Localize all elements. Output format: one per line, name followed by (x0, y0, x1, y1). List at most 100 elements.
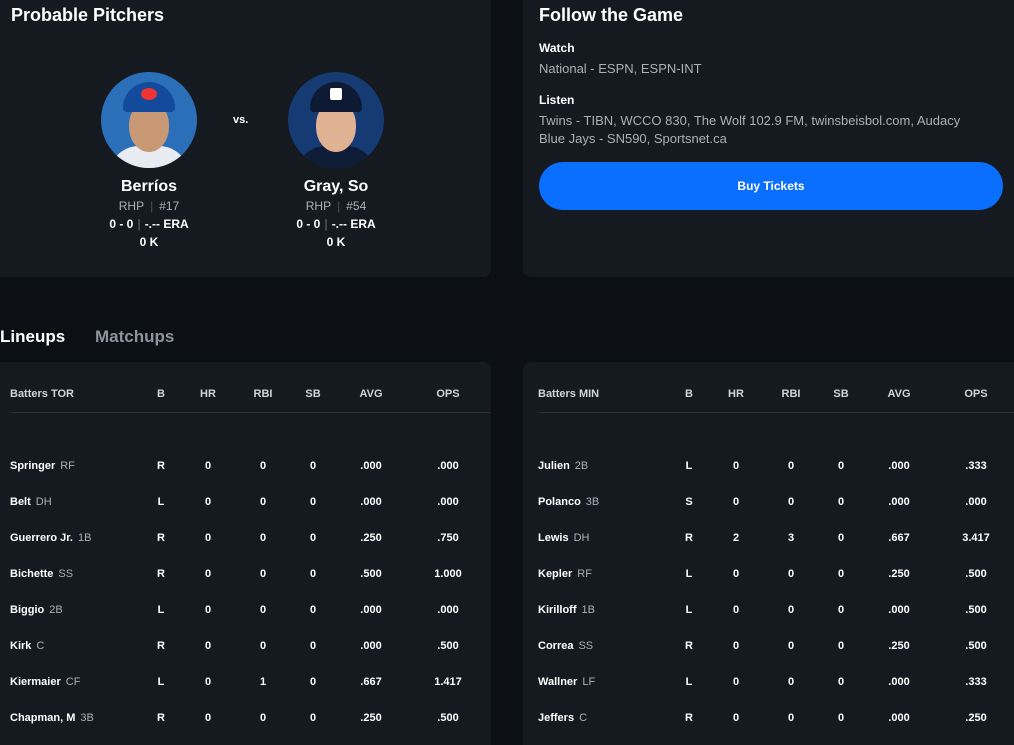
column-header-hr[interactable]: HR (708, 376, 764, 413)
column-header-ops[interactable]: OPS (406, 376, 490, 413)
sb-cell: 0 (837, 460, 845, 472)
sb-cell: 0 (818, 736, 864, 745)
batter-position: 1B (581, 604, 595, 616)
tab-matchups[interactable]: Matchups (95, 327, 174, 347)
batter-position: SS (578, 640, 594, 652)
batter-cell: Kirilloff 1B (538, 592, 670, 628)
table-spacer-row (538, 412, 1014, 448)
probable-pitchers-card: Probable Pitchers Berríos RHP | #17 0 - 0 |… (0, 0, 491, 277)
pitcher-meta: RHP | #17 (118, 199, 180, 213)
lineup-table-tor: Batters TOR B HR RBI SB AVG OPS Springer… (10, 376, 490, 745)
batter-name[interactable]: Springer (10, 460, 55, 472)
batter-position: C (579, 712, 588, 724)
rbi-cell: 3 (787, 532, 795, 544)
pitcher-name[interactable]: Berríos (59, 178, 239, 196)
rbi-cell: 0 (787, 460, 795, 472)
follow-title: Follow the Game (539, 5, 684, 25)
table-row: Kirilloff 1B L 0 0 0 .000 .500 (538, 592, 1014, 628)
batter-name[interactable]: Kiermaier (10, 676, 61, 688)
rbi-cell: 0 (259, 460, 267, 472)
column-header-sb[interactable]: SB (818, 376, 864, 413)
bats-cell: R (685, 640, 693, 652)
follow-the-game-card: Follow the Game Watch National - ESPN, E… (523, 0, 1014, 277)
hr-cell: 0 (204, 532, 212, 544)
column-header-ops[interactable]: OPS (934, 376, 1014, 413)
batter-name[interactable]: Bichette (10, 568, 53, 580)
pitcher-avatar[interactable] (288, 72, 384, 168)
buy-tickets-button[interactable]: Buy Tickets (539, 162, 1003, 210)
lineup-card-min: Batters MIN B HR RBI SB AVG OPS Julien 2B… (523, 362, 1014, 745)
ops-cell: .000 (406, 736, 490, 745)
watch-label: Watch (539, 41, 575, 55)
pitcher-meta: RHP | #54 (305, 199, 367, 213)
avg-cell: .250 (888, 568, 910, 580)
batter-name[interactable]: Lewis (538, 532, 569, 544)
batter-position: 3B (80, 712, 94, 724)
avg-cell: .000 (888, 460, 910, 472)
table-row: Belt DH L 0 0 0 .000 .000 (10, 484, 490, 520)
batter-name[interactable]: Julien (538, 460, 570, 472)
bats-cell: L (157, 496, 165, 508)
table-row: Guerrero Jr. 1B R 0 0 0 .250 .750 (10, 520, 490, 556)
watch-text: National - ESPN, ESPN-INT (539, 61, 702, 76)
batter-name[interactable]: Chapman, M (10, 712, 75, 724)
sb-cell: 0 (309, 568, 317, 580)
bats-cell: R (157, 568, 165, 580)
bats-cell: R (685, 532, 693, 544)
ops-cell: .000 (965, 496, 987, 508)
column-header-b[interactable]: B (670, 376, 708, 413)
rbi-cell: 0 (764, 736, 818, 745)
table-row: Jeffers C R 0 0 0 .000 .250 (538, 700, 1014, 736)
batter-name[interactable]: Belt (10, 496, 31, 508)
column-header-rbi[interactable]: RBI (236, 376, 290, 413)
listen-label: Listen (539, 93, 575, 107)
pitcher-away[interactable]: Berríos RHP | #17 0 - 0 | -.-- ERA 0 K (59, 72, 239, 249)
batter-position: DH (573, 532, 590, 544)
hr-cell: 0 (732, 640, 740, 652)
pitcher-name[interactable]: Gray, So (246, 178, 426, 196)
sb-cell: 0 (309, 496, 317, 508)
tab-lineups[interactable]: Lineups (0, 327, 65, 347)
rbi-cell: 0 (259, 712, 267, 724)
column-header-sb[interactable]: SB (290, 376, 336, 413)
bats-cell: R (157, 532, 165, 544)
listen-text-twins: Twins - TIBN, WCCO 830, The Wolf 102.9 F… (539, 113, 961, 128)
pitcher-era: -.-- ERA (331, 217, 376, 231)
bats-cell: R (670, 736, 708, 745)
column-header-hr[interactable]: HR (180, 376, 236, 413)
batter-name[interactable]: Kirilloff (538, 604, 577, 616)
batter-name[interactable]: Kepler (538, 568, 572, 580)
twins-logo-icon (330, 88, 342, 100)
batter-position: 2B (49, 604, 63, 616)
pitcher-avatar[interactable] (101, 72, 197, 168)
ops-cell: .000 (437, 496, 459, 508)
ops-cell: .000 (437, 460, 459, 472)
rbi-cell: 0 (259, 604, 267, 616)
bats-cell: R (157, 712, 165, 724)
column-header-avg[interactable]: AVG (864, 376, 934, 413)
batter-cell: Chapman, M 3B (10, 700, 142, 736)
batter-name[interactable]: Kirk (10, 640, 31, 652)
batter-name[interactable]: Wallner (538, 676, 577, 688)
bats-cell: L (685, 460, 693, 472)
table-row: Kiermaier CF L 0 1 0 .667 1.417 (10, 664, 490, 700)
avg-cell: .667 (360, 676, 382, 688)
batter-name[interactable]: Jeffers (538, 712, 574, 724)
bats-cell: L (685, 568, 693, 580)
pitcher-strikeouts: 0 K (326, 235, 346, 249)
batter-name[interactable]: Polanco (538, 496, 581, 508)
hr-cell: 0 (732, 496, 740, 508)
batter-cell: Jeffers C (538, 700, 670, 736)
pitcher-home[interactable]: Gray, So RHP | #54 0 - 0 | -.-- ERA 0 K (246, 72, 426, 249)
sb-cell: 0 (309, 604, 317, 616)
batter-name[interactable]: Guerrero Jr. (10, 532, 73, 544)
column-header-rbi[interactable]: RBI (764, 376, 818, 413)
column-header-avg[interactable]: AVG (336, 376, 406, 413)
batter-cell: Kiermaier CF (10, 664, 142, 700)
batter-cell: Bichette SS (10, 556, 142, 592)
batter-name[interactable]: Biggio (10, 604, 44, 616)
column-header-b[interactable]: B (142, 376, 180, 413)
ops-cell: .666 (934, 736, 1014, 745)
batter-name[interactable]: Correa (538, 640, 573, 652)
batter-cell: Lewis DH (538, 520, 670, 556)
